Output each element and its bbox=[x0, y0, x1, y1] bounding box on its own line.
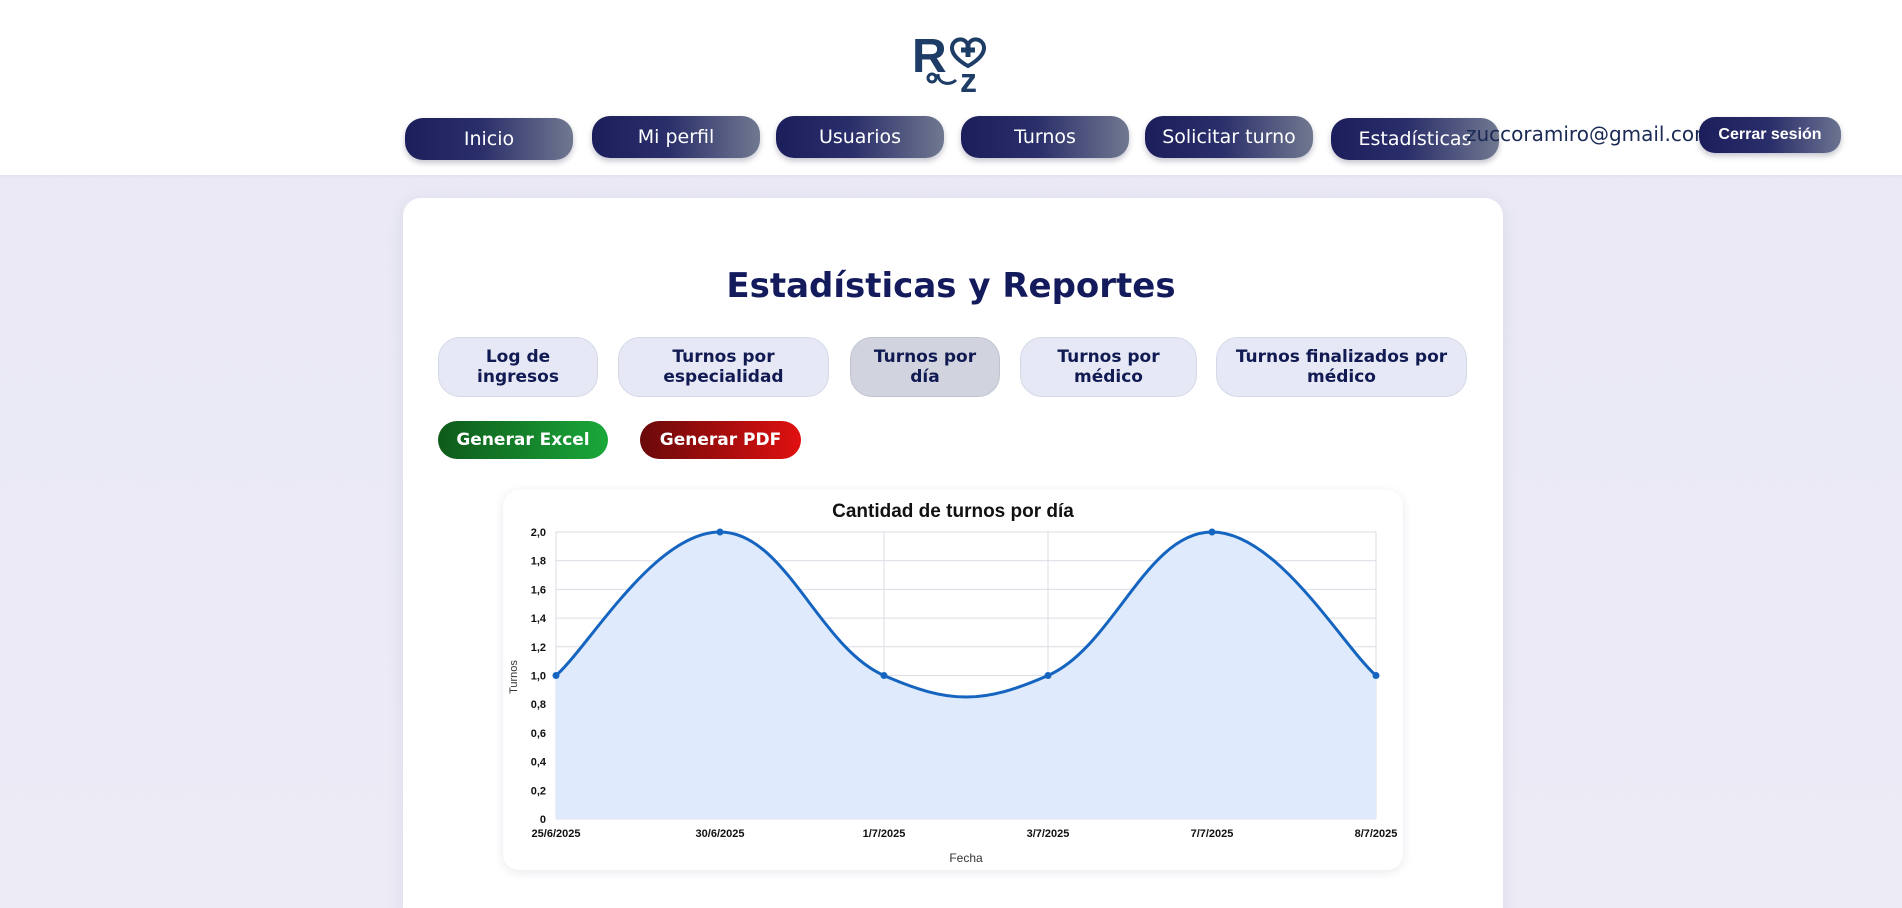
x-axis-label: Fecha bbox=[949, 851, 983, 865]
y-tick-label: 0 bbox=[540, 814, 546, 826]
tab-label-line2: ingresos bbox=[477, 367, 559, 387]
x-tick-label: 3/7/2025 bbox=[1027, 828, 1070, 840]
line-chart: Cantidad de turnos por día 0 0,2 0,4 0,6 0,8… bbox=[508, 501, 1398, 865]
x-tick-label: 30/6/2025 bbox=[696, 828, 745, 840]
tab-turnos-medico[interactable]: Turnos por médico bbox=[1020, 337, 1197, 397]
tab-label-line2: médico bbox=[1073, 367, 1143, 387]
nav-turnos-button[interactable]: Turnos bbox=[961, 116, 1129, 158]
data-point[interactable] bbox=[552, 672, 560, 679]
tab-label-line2: día bbox=[910, 367, 940, 387]
y-tick-label: 1,4 bbox=[531, 613, 547, 625]
y-axis-label: Turnos bbox=[508, 660, 520, 694]
page-title: Estadísticas y Reportes bbox=[726, 266, 1176, 306]
user-email: zuccoramiro@gmail.com bbox=[1466, 122, 1714, 146]
tab-label-line2: médico bbox=[1306, 367, 1376, 387]
nav-mi-perfil-button[interactable]: Mi perfil bbox=[592, 116, 760, 158]
tab-log-ingresos[interactable]: Log de ingresos bbox=[438, 337, 598, 397]
tab-label-line1: Turnos por bbox=[672, 347, 775, 367]
data-point[interactable] bbox=[716, 528, 724, 536]
chart-container: Cantidad de turnos por día 0 0,2 0,4 0,6 0,8… bbox=[503, 490, 1403, 870]
svg-text:z: z bbox=[960, 62, 977, 96]
top-header: R z Inicio Mi perfil Usuarios Turnos Sol… bbox=[0, 0, 1902, 175]
y-tick-label: 1,0 bbox=[531, 671, 546, 683]
y-tick-label: 1,2 bbox=[531, 642, 546, 654]
x-tick-label: 1/7/2025 bbox=[863, 828, 906, 840]
x-tick-label: 25/6/2025 bbox=[532, 828, 581, 840]
chart-title: Cantidad de turnos por día bbox=[832, 501, 1074, 522]
logout-button[interactable]: Cerrar sesión bbox=[1699, 117, 1841, 153]
y-tick-label: 1,6 bbox=[531, 584, 546, 596]
generate-pdf-button[interactable]: Generar PDF bbox=[640, 421, 801, 459]
tab-turnos-finalizados-medico[interactable]: Turnos finalizados por médico bbox=[1216, 337, 1467, 397]
tab-turnos-dia[interactable]: Turnos por día bbox=[850, 337, 1000, 397]
data-point[interactable] bbox=[880, 672, 888, 679]
y-tick-label: 2,0 bbox=[531, 527, 546, 539]
clinic-logo[interactable]: R z bbox=[912, 30, 988, 96]
tab-label-line1: Turnos por bbox=[873, 347, 977, 367]
generate-excel-button[interactable]: Generar Excel bbox=[438, 421, 608, 459]
data-point[interactable] bbox=[1044, 672, 1052, 679]
data-point[interactable] bbox=[1372, 672, 1380, 679]
x-tick-label: 7/7/2025 bbox=[1191, 828, 1234, 840]
y-tick-label: 0,2 bbox=[531, 785, 546, 797]
y-tick-label: 0,8 bbox=[531, 699, 546, 711]
y-tick-label: 0,4 bbox=[531, 757, 547, 769]
nav-inicio-button[interactable]: Inicio bbox=[405, 118, 573, 160]
tab-label-line1: Log de bbox=[485, 347, 551, 367]
nav-usuarios-button[interactable]: Usuarios bbox=[776, 116, 944, 158]
tab-label-line1: Turnos por bbox=[1057, 347, 1160, 367]
data-point[interactable] bbox=[1208, 528, 1216, 536]
x-tick-label: 8/7/2025 bbox=[1355, 828, 1398, 840]
y-tick-label: 1,8 bbox=[531, 556, 546, 568]
y-tick-label: 0,6 bbox=[531, 728, 546, 740]
tab-label-line2: especialidad bbox=[663, 367, 784, 387]
tab-turnos-especialidad[interactable]: Turnos por especialidad bbox=[618, 337, 829, 397]
tab-label-line1: Turnos finalizados por bbox=[1235, 347, 1448, 367]
nav-solicitar-turno-button[interactable]: Solicitar turno bbox=[1145, 116, 1313, 158]
